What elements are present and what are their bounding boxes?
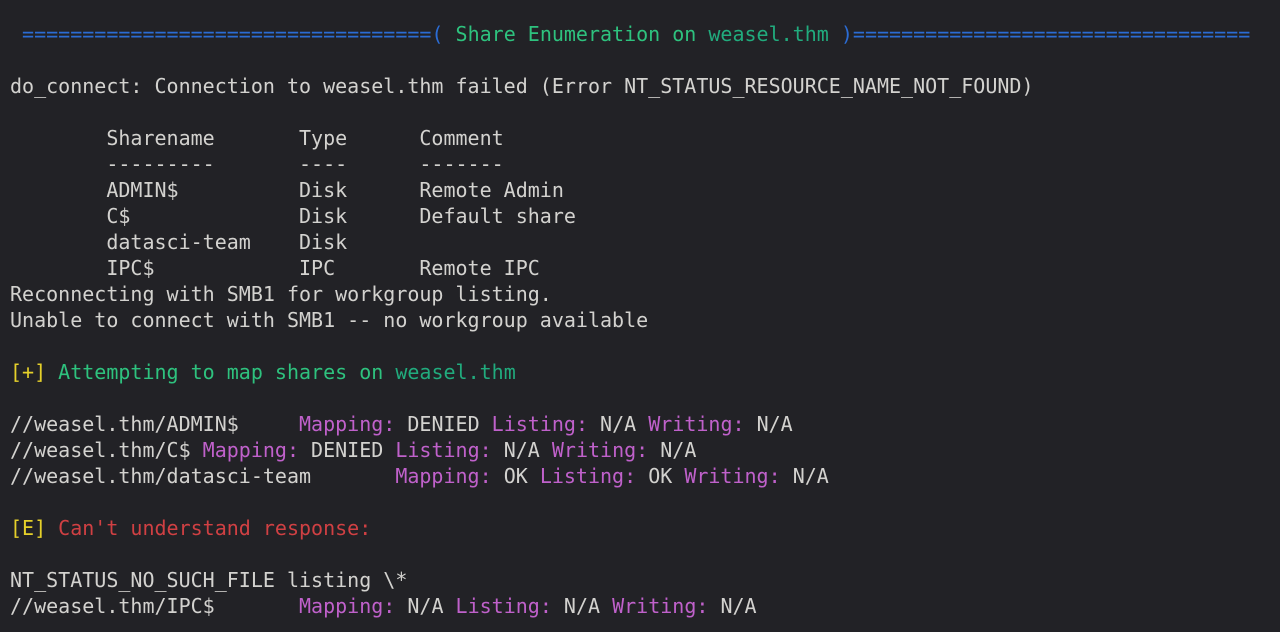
text-segment: //weasel.thm/datasci-team [10,464,395,488]
terminal-line [10,541,1272,567]
terminal-output: ==================================( Shar… [10,21,1272,619]
text-segment: weasel.thm [395,360,515,384]
text-segment: C$ Disk Default share [10,204,576,228]
terminal-line [10,99,1272,125]
text-segment: [E] [10,516,58,540]
terminal-line [10,489,1272,515]
text-segment: N/A [407,594,455,618]
text-segment: Mapping: [395,464,503,488]
text-segment: Mapping: [203,438,311,462]
text-segment: Can't understand response: [58,516,371,540]
text-segment: N/A [504,438,552,462]
terminal-line: //weasel.thm/C$ Mapping: DENIED Listing:… [10,437,1272,463]
terminal-line: Sharename Type Comment [10,125,1272,151]
text-segment: DENIED [407,412,491,436]
text-segment: Writing: [648,412,756,436]
text-segment: N/A [757,412,793,436]
text-segment: Writing: [552,438,660,462]
text-segment: Listing: [540,464,648,488]
text-segment: OK [648,464,684,488]
text-segment: --------- ---- ------- [10,152,504,176]
text-segment: OK [504,464,540,488]
terminal-line: [+] Attempting to map shares on weasel.t… [10,359,1272,385]
text-segment: Attempting to map shares on [58,360,395,384]
terminal-line: ADMIN$ Disk Remote Admin [10,177,1272,203]
terminal-line: NT_STATUS_NO_SUCH_FILE listing \* [10,567,1272,593]
text-segment: //weasel.thm/ADMIN$ [10,412,299,436]
terminal-line [10,333,1272,359]
text-segment: Sharename Type Comment [10,126,504,150]
text-segment: Listing: [492,412,600,436]
text-segment: IPC$ IPC Remote IPC [10,256,540,280]
text-segment: Mapping: [299,594,407,618]
text-segment: Listing: [456,594,564,618]
terminal-line: --------- ---- ------- [10,151,1272,177]
terminal-line: //weasel.thm/datasci-team Mapping: OK Li… [10,463,1272,489]
text-segment: Unable to connect with SMB1 -- no workgr… [10,308,648,332]
text-segment: //weasel.thm/C$ [10,438,203,462]
text-segment [829,22,841,46]
text-segment: weasel.thm [708,22,828,46]
text-segment: Reconnecting with SMB1 for workgroup lis… [10,282,552,306]
terminal-line: do_connect: Connection to weasel.thm fai… [10,73,1272,99]
text-segment: N/A [793,464,829,488]
terminal-line [10,47,1272,73]
text-segment: )================================= [841,22,1250,46]
terminal-line: Reconnecting with SMB1 for workgroup lis… [10,281,1272,307]
text-segment: DENIED [311,438,395,462]
text-segment: Mapping: [299,412,407,436]
terminal-line [10,385,1272,411]
text-segment: N/A [600,412,648,436]
text-segment: [+] [10,360,58,384]
text-segment: N/A [660,438,696,462]
text-segment: Writing: [612,594,720,618]
terminal-line: datasci-team Disk [10,229,1272,255]
text-segment: //weasel.thm/IPC$ [10,594,299,618]
terminal-line: //weasel.thm/ADMIN$ Mapping: DENIED List… [10,411,1272,437]
terminal-line: Unable to connect with SMB1 -- no workgr… [10,307,1272,333]
terminal-line: IPC$ IPC Remote IPC [10,255,1272,281]
text-segment: N/A [564,594,612,618]
text-segment: N/A [720,594,756,618]
text-segment: do_connect: Connection to weasel.thm fai… [10,74,1034,98]
terminal-line: ==================================( Shar… [10,21,1272,47]
text-segment: Writing: [684,464,792,488]
text-segment: Share Enumeration on [443,22,708,46]
text-segment: NT_STATUS_NO_SUCH_FILE listing \* [10,568,407,592]
text-segment: ==================================( [10,22,443,46]
terminal-window[interactable]: ==================================( Shar… [0,0,1280,632]
terminal-line: C$ Disk Default share [10,203,1272,229]
text-segment: Listing: [395,438,503,462]
terminal-line: [E] Can't understand response: [10,515,1272,541]
text-segment: ADMIN$ Disk Remote Admin [10,178,564,202]
terminal-line: //weasel.thm/IPC$ Mapping: N/A Listing: … [10,593,1272,619]
text-segment: datasci-team Disk [10,230,419,254]
